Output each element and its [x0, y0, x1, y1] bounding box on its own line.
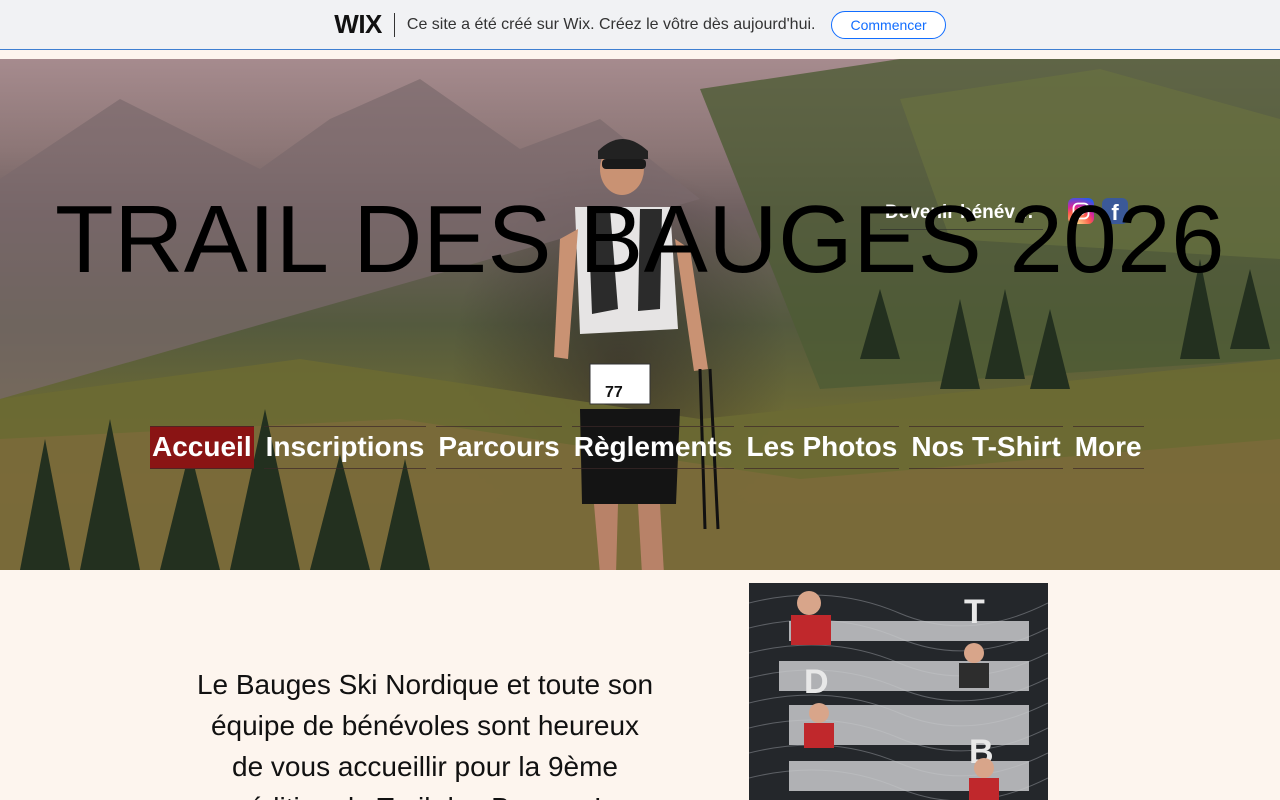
banner-spacer	[0, 51, 1280, 59]
banner-message: Ce site a été créé sur Wix. Créez le vôt…	[406, 15, 816, 33]
main-nav: Accueil Inscriptions Parcours Règlements…	[150, 426, 1144, 469]
intro-text: Le Bauges Ski Nordique et toute son équi…	[196, 669, 654, 800]
poster-artwork: T D B	[749, 583, 1048, 800]
nav-item-more[interactable]: More	[1072, 426, 1144, 469]
banner-divider	[393, 12, 395, 37]
bib-number: 77	[605, 384, 623, 401]
event-poster-image[interactable]: T D B	[749, 583, 1048, 800]
hero-section: 77 Devenir bénév… f TRAIL DES BAUGES 202…	[0, 59, 1280, 570]
main-content: Le Bauges Ski Nordique et toute son équi…	[0, 570, 1280, 800]
start-button[interactable]: Commencer	[831, 10, 946, 39]
wix-banner: WIX Ce site a été créé sur Wix. Créez le…	[0, 0, 1280, 50]
nav-item-tshirt[interactable]: Nos T-Shirt	[909, 426, 1063, 469]
nav-item-inscriptions[interactable]: Inscriptions	[263, 426, 427, 469]
nav-item-photos[interactable]: Les Photos	[744, 426, 900, 469]
nav-item-reglements[interactable]: Règlements	[571, 426, 735, 469]
wix-logo[interactable]: WIX	[334, 9, 382, 40]
poster-letter-d: D	[804, 663, 829, 701]
nav-item-accueil[interactable]: Accueil	[150, 426, 254, 469]
poster-letter-t: T	[964, 593, 985, 631]
page-title: TRAIL DES BAUGES 2026	[54, 186, 1226, 293]
nav-item-parcours[interactable]: Parcours	[436, 426, 562, 469]
